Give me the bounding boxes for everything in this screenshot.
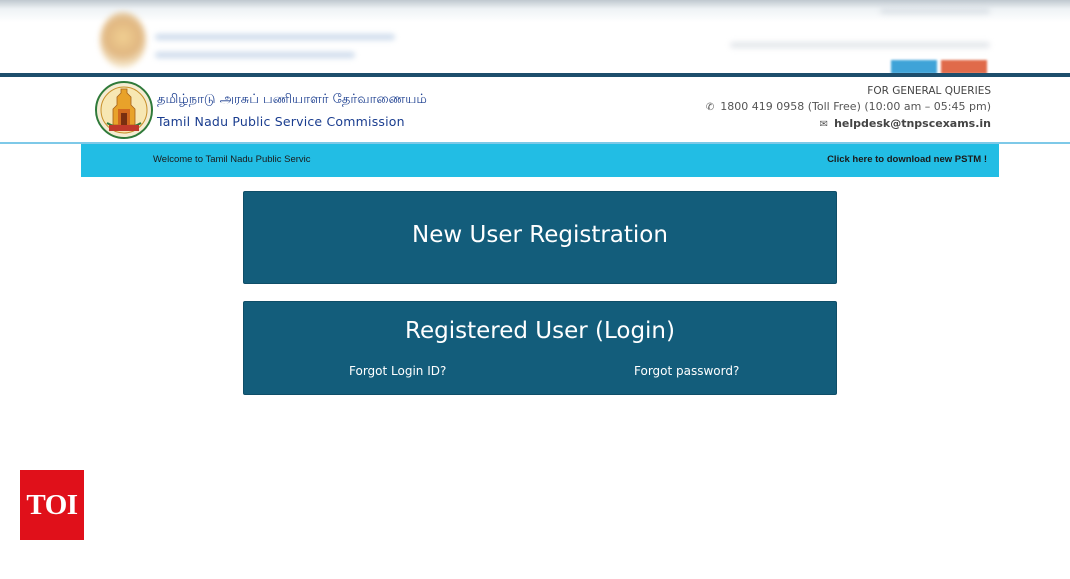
download-pstm-link[interactable]: Click here to download new PSTM ! xyxy=(827,154,987,165)
phone-row: ✆ 1800 419 0958 (Toll Free) (10:00 am – 0… xyxy=(706,99,991,116)
english-title: Tamil Nadu Public Service Commission xyxy=(157,114,405,129)
blurred-title-line xyxy=(155,34,395,40)
blurred-phone-line xyxy=(730,42,990,48)
queries-title: FOR GENERAL QUERIES xyxy=(867,85,991,97)
registered-user-login-button[interactable]: Registered User (Login) xyxy=(244,318,836,344)
tamil-title: தமிழ்நாடு அரசுப் பணியாளர் தேர்வாணையம் xyxy=(157,92,427,107)
blurred-button xyxy=(891,60,937,74)
blurred-emblem-icon xyxy=(100,12,146,68)
page: தமிழ்நாடு அரசுப் பணியாளர் தேர்வாணையம் Ta… xyxy=(0,0,1070,579)
new-user-registration-label: New User Registration xyxy=(412,222,668,248)
forgot-login-id-link[interactable]: Forgot Login ID? xyxy=(349,364,446,378)
toi-watermark-logo: TOI xyxy=(20,470,84,540)
phone-icon: ✆ xyxy=(705,102,715,113)
site-header: தமிழ்நாடு அரசுப் பணியாளர் தேர்வாணையம் Ta… xyxy=(0,77,1070,144)
blurred-subtitle-line xyxy=(155,52,355,58)
announcement-banner: Welcome to Tamil Nadu Public Servic Clic… xyxy=(81,144,999,177)
welcome-marquee-text: Welcome to Tamil Nadu Public Servic xyxy=(153,154,311,165)
blurred-queries-line xyxy=(880,8,990,14)
email-row: ✉ helpdesk@tnpscexams.in xyxy=(706,116,991,133)
envelope-icon: ✉ xyxy=(819,119,829,130)
new-user-registration-button[interactable]: New User Registration xyxy=(243,191,837,284)
blurred-header-strip xyxy=(0,0,1070,74)
blurred-button xyxy=(941,60,987,74)
phone-text: 1800 419 0958 (Toll Free) (10:00 am – 05… xyxy=(720,100,991,113)
email-text[interactable]: helpdesk@tnpscexams.in xyxy=(834,117,991,130)
forgot-password-link[interactable]: Forgot password? xyxy=(634,364,739,378)
tamil-nadu-emblem-icon xyxy=(95,81,153,139)
general-queries-block: FOR GENERAL QUERIES ✆ 1800 419 0958 (Toll… xyxy=(706,83,991,133)
registered-user-login-panel: Registered User (Login) Forgot Login ID?… xyxy=(243,301,837,395)
